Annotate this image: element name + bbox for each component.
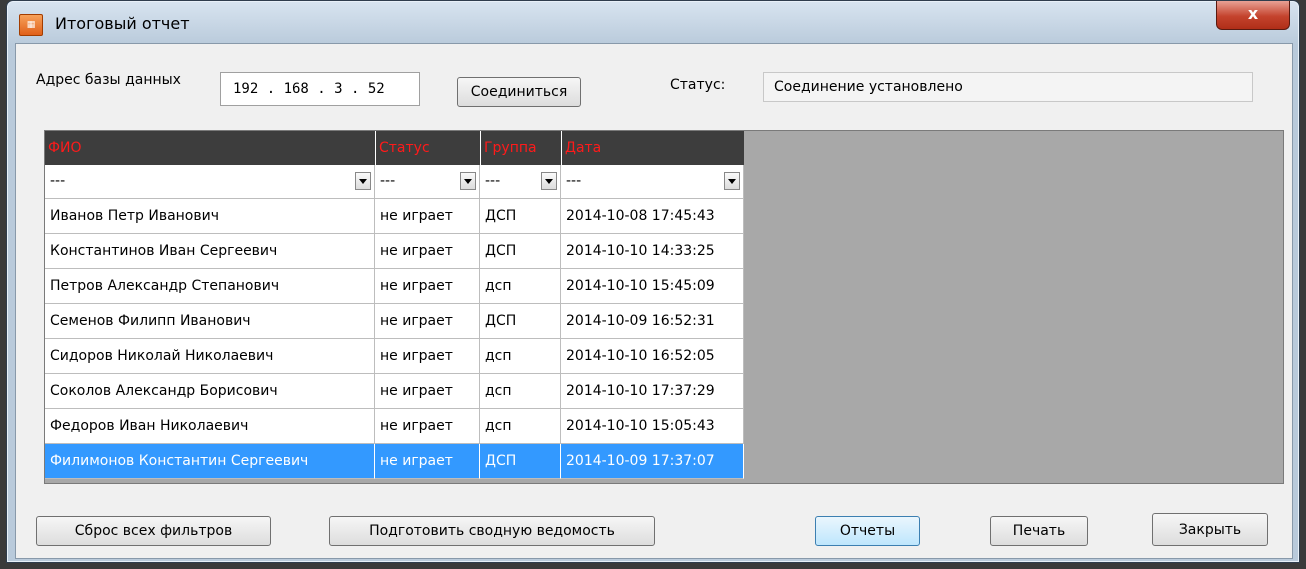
cell-date[interactable]: 2014-10-10 16:52:05 <box>561 339 744 374</box>
cell-group[interactable]: ДСП <box>480 199 561 234</box>
column-header-fio[interactable]: ФИО <box>45 131 375 165</box>
filter-date-value: --- <box>566 173 582 189</box>
cell-status[interactable]: не играет <box>375 409 480 444</box>
cell-fio[interactable]: Федоров Иван Николаевич <box>45 409 375 444</box>
reset-filters-button[interactable]: Сброс всех фильтров <box>36 516 271 546</box>
table-row[interactable]: Константинов Иван Сергеевич не играет ДСП 2… <box>45 234 744 269</box>
app-icon: ▦ <box>19 14 43 36</box>
table-row[interactable]: Сидоров Николай Николаевич не играет дсп 20… <box>45 339 744 374</box>
table-row[interactable]: Федоров Иван Николаевич не играет дсп 2014-… <box>45 409 744 444</box>
cell-status[interactable]: не играет <box>375 339 480 374</box>
chevron-down-icon[interactable] <box>355 172 371 190</box>
cell-fio[interactable]: Сидоров Николай Николаевич <box>45 339 375 374</box>
column-header-date[interactable]: Дата <box>561 131 744 165</box>
chevron-down-icon[interactable] <box>541 172 557 190</box>
cell-fio[interactable]: Семенов Филипп Иванович <box>45 304 375 339</box>
connect-button[interactable]: Соединиться <box>457 77 581 107</box>
cell-group[interactable]: ДСП <box>480 444 561 479</box>
cell-group[interactable]: дсп <box>480 339 561 374</box>
cell-fio[interactable]: Петров Александр Степанович <box>45 269 375 304</box>
reports-button[interactable]: Отчеты <box>815 516 920 546</box>
window-title: Итоговый отчет <box>55 14 190 33</box>
cell-date[interactable]: 2014-10-10 17:37:29 <box>561 374 744 409</box>
column-header-group[interactable]: Группа <box>480 131 561 165</box>
data-grid: ФИО Статус Группа Дата --- --- --- --- И… <box>44 130 1284 484</box>
cell-status[interactable]: не играет <box>375 444 480 479</box>
print-button[interactable]: Печать <box>990 516 1088 546</box>
cell-fio[interactable]: Соколов Александр Борисович <box>45 374 375 409</box>
filter-status-value: --- <box>380 173 396 189</box>
cell-date[interactable]: 2014-10-09 16:52:31 <box>561 304 744 339</box>
client-area: Адрес базы данных 192 . 168 . 3 . 52 Сое… <box>15 43 1293 559</box>
cell-fio[interactable]: Филимонов Константин Сергеевич <box>45 444 375 479</box>
filter-date[interactable]: --- <box>561 165 744 199</box>
cell-date[interactable]: 2014-10-09 17:37:07 <box>561 444 744 479</box>
title-bar[interactable]: ▦ Итоговый отчет x <box>7 1 1299 43</box>
report-window: ▦ Итоговый отчет x Адрес базы данных 192… <box>6 0 1300 563</box>
cell-status[interactable]: не играет <box>375 269 480 304</box>
cell-group[interactable]: дсп <box>480 409 561 444</box>
close-button[interactable]: Закрыть <box>1152 513 1268 546</box>
cell-status[interactable]: не играет <box>375 234 480 269</box>
cell-date[interactable]: 2014-10-10 14:33:25 <box>561 234 744 269</box>
table-row[interactable]: Петров Александр Степанович не играет дсп 2… <box>45 269 744 304</box>
chevron-down-icon[interactable] <box>460 172 476 190</box>
cell-fio[interactable]: Иванов Петр Иванович <box>45 199 375 234</box>
table-row[interactable]: Семенов Филипп Иванович не играет ДСП 2014-… <box>45 304 744 339</box>
cell-group[interactable]: дсп <box>480 374 561 409</box>
filter-group[interactable]: --- <box>480 165 561 199</box>
column-header-status[interactable]: Статус <box>375 131 480 165</box>
table-row[interactable]: Филимонов Константин Сергеевич не играет Д… <box>45 444 744 479</box>
prepare-summary-button[interactable]: Подготовить сводную ведомость <box>329 516 655 546</box>
chevron-down-icon[interactable] <box>724 172 740 190</box>
cell-status[interactable]: не играет <box>375 374 480 409</box>
cell-group[interactable]: дсп <box>480 269 561 304</box>
cell-date[interactable]: 2014-10-10 15:05:43 <box>561 409 744 444</box>
cell-status[interactable]: не играет <box>375 199 480 234</box>
db-address-input[interactable]: 192 . 168 . 3 . 52 <box>220 72 420 106</box>
window-close-button[interactable]: x <box>1216 1 1290 30</box>
filter-fio-value: --- <box>50 173 66 189</box>
table-row[interactable]: Соколов Александр Борисович не играет дсп 2… <box>45 374 744 409</box>
cell-group[interactable]: ДСП <box>480 304 561 339</box>
cell-group[interactable]: ДСП <box>480 234 561 269</box>
cell-date[interactable]: 2014-10-08 17:45:43 <box>561 199 744 234</box>
cell-date[interactable]: 2014-10-10 15:45:09 <box>561 269 744 304</box>
table-row[interactable]: Иванов Петр Иванович не играет ДСП 2014-10-… <box>45 199 744 234</box>
filter-status[interactable]: --- <box>375 165 480 199</box>
filter-group-value: --- <box>485 173 501 189</box>
db-address-label: Адрес базы данных <box>36 72 181 88</box>
cell-fio[interactable]: Константинов Иван Сергеевич <box>45 234 375 269</box>
filter-fio[interactable]: --- <box>45 165 375 199</box>
status-field: Соединение установлено <box>763 72 1253 102</box>
cell-status[interactable]: не играет <box>375 304 480 339</box>
status-label: Статус: <box>670 77 726 93</box>
